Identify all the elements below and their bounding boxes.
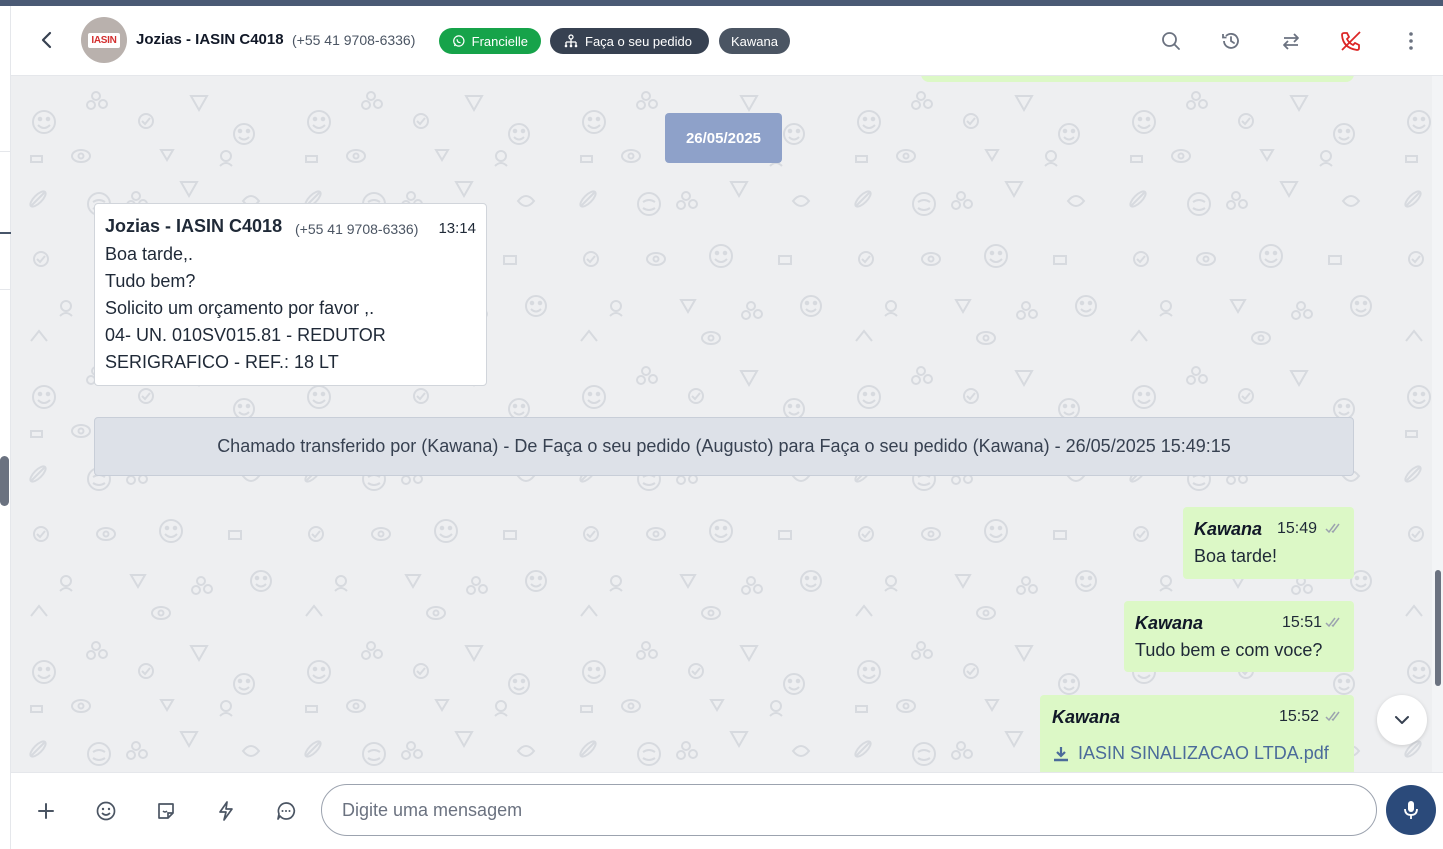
message-sender: Jozias - IASIN C4018: [105, 216, 283, 236]
sidebar-scrollbar[interactable]: [0, 456, 9, 506]
double-check-icon: [1325, 711, 1340, 722]
message-sender: Kawana: [1135, 613, 1204, 633]
message-composer: [11, 772, 1443, 849]
contact-phone: (+55 41 9708-6336): [292, 32, 416, 48]
file-attachment-link[interactable]: IASIN SINALIZACAO LTDA.pdf: [1052, 743, 1329, 764]
chevron-down-icon: [1395, 716, 1409, 724]
search-icon: [1162, 32, 1180, 50]
message-sender-phone: (+55 41 9708-6336): [295, 221, 419, 237]
system-message-text: Chamado transferido por (Kawana) - De Fa…: [217, 436, 1231, 456]
message-time: 13:14: [438, 220, 476, 237]
more-options-button[interactable]: [1398, 28, 1424, 54]
avatar[interactable]: IASIN: [81, 17, 127, 63]
message-line: Tudo bem?: [105, 271, 196, 291]
chat-icon: [277, 802, 296, 820]
message-sender: Kawana: [1194, 519, 1263, 539]
transfer-icon: [1283, 33, 1299, 50]
back-button[interactable]: [33, 26, 61, 54]
avatar-logo: IASIN: [88, 32, 120, 48]
message-time: 15:49: [1277, 520, 1318, 537]
history-icon: [1222, 33, 1239, 49]
history-button[interactable]: [1218, 28, 1244, 54]
chevron-left-icon: [41, 31, 52, 49]
divider: [0, 151, 11, 152]
plus-icon: [38, 803, 54, 819]
agent-badge[interactable]: Francielle: [439, 28, 541, 54]
message-sender: Kawana: [1052, 707, 1121, 727]
chat-scrollbar-thumb[interactable]: [1435, 570, 1441, 686]
message-line: 04- UN. 010SV015.81 - REDUTOR: [105, 325, 386, 345]
outgoing-message[interactable]: Kawana 15:49 Boa tarde!: [1183, 507, 1354, 579]
outgoing-file-message[interactable]: Kawana 15:52 IASIN SINALIZACAO LTDA.pdf: [1040, 695, 1354, 772]
left-sidebar-edge: [0, 6, 11, 849]
sitemap-icon: [564, 34, 578, 48]
previous-message-bubble: [921, 76, 1354, 82]
chat-header: IASIN Jozias - IASIN C4018 (+55 41 9708-…: [11, 6, 1443, 76]
message-time: 15:52: [1279, 708, 1320, 725]
end-call-icon: [1341, 31, 1361, 51]
sticker-button[interactable]: [152, 797, 180, 825]
double-check-icon: [1325, 617, 1340, 628]
download-icon: [1054, 746, 1068, 761]
chat-area[interactable]: 26/05/2025 Jozias - IASIN C4018 (+55 41 …: [11, 76, 1432, 772]
sticker-icon: [158, 803, 174, 819]
contact-name: Jozias - IASIN C4018: [136, 31, 284, 48]
chat-scrollbar[interactable]: [1432, 76, 1443, 772]
file-name: IASIN SINALIZACAO LTDA.pdf: [1078, 743, 1329, 763]
attendant-badge-label: Kawana: [731, 33, 778, 49]
message-input[interactable]: [321, 784, 1377, 836]
chat-templates-button[interactable]: [272, 797, 300, 825]
incoming-message[interactable]: Jozias - IASIN C4018 (+55 41 9708-6336) …: [94, 203, 487, 386]
transfer-button[interactable]: [1278, 28, 1304, 54]
more-vertical-icon: [1409, 32, 1413, 50]
record-audio-button[interactable]: [1386, 785, 1436, 835]
system-transfer-message: Chamado transferido por (Kawana) - De Fa…: [94, 417, 1354, 476]
message-line: Boa tarde,.: [105, 244, 194, 264]
scroll-to-bottom-button[interactable]: [1377, 695, 1427, 745]
date-separator: 26/05/2025: [665, 113, 782, 163]
quick-reply-icon: [219, 801, 233, 821]
department-badge-label: Faça o seu pedido: [585, 33, 692, 49]
message-text: Tudo bem e com voce?: [1135, 640, 1323, 660]
department-badge[interactable]: Faça o seu pedido: [550, 28, 709, 54]
attendant-badge[interactable]: Kawana: [719, 28, 790, 54]
message-line: SERIGRAFICO - REF.: 18 LT: [105, 352, 339, 372]
message-body: Boa tarde,. Tudo bem? Solicito um orçame…: [105, 241, 476, 376]
message-time: 15:51: [1282, 614, 1323, 631]
search-button[interactable]: [1158, 28, 1184, 54]
outgoing-message[interactable]: Kawana 15:51 Tudo bem e com voce?: [1124, 601, 1354, 672]
attach-button[interactable]: [32, 797, 60, 825]
quick-reply-button[interactable]: [212, 797, 240, 825]
agent-badge-label: Francielle: [471, 33, 528, 49]
active-marker: [0, 232, 11, 234]
emoji-button[interactable]: [92, 797, 120, 825]
emoji-icon: [96, 801, 116, 821]
double-check-icon: [1325, 523, 1340, 534]
end-call-button[interactable]: [1338, 28, 1364, 54]
microphone-icon: [1404, 801, 1418, 819]
message-text: Boa tarde!: [1194, 546, 1278, 566]
message-line: Solicito um orçamento por favor ,.: [105, 298, 375, 318]
divider: [0, 289, 11, 290]
whatsapp-icon: [453, 35, 465, 47]
